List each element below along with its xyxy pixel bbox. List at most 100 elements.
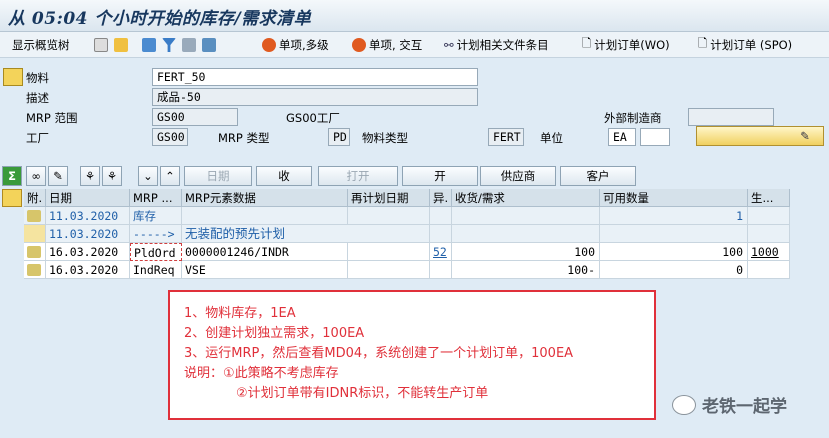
vendor-button[interactable]: 供应商 [480, 166, 556, 186]
watermark: 老铁一起学 [672, 392, 787, 417]
collapse-icon[interactable]: ⌃ [160, 166, 180, 186]
customer-button[interactable]: 客户 [560, 166, 636, 186]
open2-button-label: 开 [434, 169, 446, 183]
open2-button[interactable]: 开 [402, 166, 478, 186]
planned-order-spo-button[interactable]: 🗋 计划订单 (SPO) [698, 36, 792, 54]
material-folder-icon[interactable] [3, 68, 23, 86]
grid-toolbar: Σ ∞ ✎ ⚘ ⚘ ⌄ ⌃ 日期 收 打开 开 供应商 客户 [0, 166, 829, 186]
row-element: IndReq [130, 261, 182, 279]
wechat-icon [672, 394, 696, 415]
detail-icon[interactable] [24, 207, 46, 225]
row-exception [430, 207, 452, 225]
row-exception [430, 225, 452, 243]
row-reschedule [348, 243, 430, 261]
date-button-label: 日期 [206, 169, 230, 183]
note-line-4: 说明：①此策略不考虑库存 [184, 366, 339, 381]
open-button-label: 打开 [346, 169, 370, 183]
show-overview-tree-button[interactable]: 显示概览树 [12, 36, 70, 54]
material-label: 物料 [26, 71, 49, 85]
mrp-area-field[interactable]: GS00 [152, 108, 238, 126]
col-mrp-element-data[interactable]: MRP元素数据 [182, 189, 348, 207]
row-element-data: 无装配的预先计划 [182, 225, 430, 243]
col-production[interactable]: 生... [748, 189, 790, 207]
single-interactive-label: 单项, 交互 [369, 38, 423, 52]
single-interactive-icon [352, 38, 366, 52]
single-multilevel-button[interactable]: 单项,多级 [262, 36, 329, 54]
collapse-icon[interactable] [94, 38, 108, 52]
planning-file-entry-label: 计划相关文件条目 [456, 38, 549, 52]
print-icon[interactable] [202, 38, 216, 52]
mrp-type-label: MRP 类型 [218, 131, 270, 145]
description-field[interactable]: 成品-50 [152, 88, 478, 106]
icon-group-1 [94, 36, 216, 54]
row-reschedule [348, 207, 430, 225]
external-manufacturer-field[interactable] [688, 108, 774, 126]
row-element: 库存 [130, 207, 182, 225]
row-production [748, 261, 790, 279]
material-type-field[interactable]: FERT [488, 128, 524, 146]
detail-icon[interactable] [24, 243, 46, 261]
row-reschedule [348, 261, 430, 279]
row-receipt [452, 225, 600, 243]
single-multilevel-label: 单项,多级 [279, 38, 329, 52]
row-receipt [452, 207, 600, 225]
single-interactive-button[interactable]: 单项, 交互 [352, 36, 422, 54]
open-button[interactable]: 打开 [318, 166, 398, 186]
row-exception [430, 261, 452, 279]
row-element: -----> [130, 225, 182, 243]
glasses-icon[interactable]: ∞ [26, 166, 46, 186]
layout-folder-icon[interactable] [2, 189, 22, 207]
planned-order-spo-label: 计划订单 (SPO) [710, 38, 793, 52]
unit-field[interactable]: EA [608, 128, 636, 146]
col-exception[interactable]: 异. [430, 189, 452, 207]
single-multilevel-icon [262, 38, 276, 52]
row-date: 16.03.2020 [46, 243, 130, 261]
mrp-area-text: GS00工厂 [286, 111, 340, 125]
material-field[interactable]: FERT_50 [152, 68, 478, 86]
row-available [600, 225, 748, 243]
pencil-icon: ✎ [800, 129, 810, 143]
filter-icon[interactable] [162, 38, 176, 52]
show-overview-tree-label: 显示概览树 [12, 38, 70, 52]
col-receipt-req[interactable]: 收货/需求 [452, 189, 600, 207]
col-date[interactable]: 日期 [46, 189, 130, 207]
refresh-icon[interactable] [142, 38, 156, 52]
mrp-type-field[interactable]: PD [328, 128, 350, 146]
row-receipt: 100- [452, 261, 600, 279]
customer-button-label: 客户 [586, 169, 610, 183]
row-element[interactable]: PldOrd [130, 243, 182, 261]
unit-extra-field[interactable] [640, 128, 670, 146]
pencil-icon[interactable]: ✎ [48, 166, 68, 186]
date-button[interactable]: 日期 [184, 166, 252, 186]
planned-order-wo-button[interactable]: 🗋 计划订单(WO) [582, 36, 670, 54]
detail-icon[interactable] [24, 261, 46, 279]
row-date: 11.03.2020 [46, 225, 130, 243]
col-available-qty[interactable]: 可用数量 [600, 189, 748, 207]
layout-icon[interactable] [182, 38, 196, 52]
row-element-data [182, 207, 348, 225]
annotation-note: 1、物料库存，1EA 2、创建计划独立需求，100EA 3、运行MRP，然后查看… [168, 290, 656, 420]
hierarchy-up-icon[interactable]: ⚘ [80, 166, 100, 186]
expand-icon[interactable]: ⌄ [138, 166, 158, 186]
hierarchy-down-icon[interactable]: ⚘ [102, 166, 122, 186]
row-production [748, 225, 790, 243]
row-element-data: VSE [182, 261, 348, 279]
row-exception-link[interactable]: 52 [430, 243, 452, 261]
receive-button[interactable]: 收 [256, 166, 312, 186]
row-date: 11.03.2020 [46, 207, 130, 225]
row-production-link[interactable]: 1000 [748, 243, 790, 261]
edit-button[interactable]: ✎ [696, 126, 824, 146]
sum-icon[interactable]: Σ [2, 166, 22, 186]
col-attach[interactable]: 附. [24, 189, 46, 207]
planning-file-entry-button[interactable]: ⚯ 计划相关文件条目 [444, 36, 549, 54]
note-line-5: ②计划订单带有IDNR标识，不能转生产订单 [236, 386, 489, 401]
plant-field[interactable]: GS00 [152, 128, 188, 146]
row-receipt: 100 [452, 243, 600, 261]
note-line-3: 3、运行MRP，然后查看MD04，系统创建了一个计划订单，100EA [184, 346, 574, 361]
col-mrp-element[interactable]: MRP ... [130, 189, 182, 207]
mrp-area-label: MRP 范围 [26, 111, 78, 125]
external-manufacturer-label: 外部制造商 [604, 111, 662, 125]
col-reschedule-date[interactable]: 再计划日期 [348, 189, 430, 207]
window-title: 从 05:04 个小时开始的库存/需求清单 [8, 9, 312, 29]
mountain-icon[interactable] [114, 38, 128, 52]
